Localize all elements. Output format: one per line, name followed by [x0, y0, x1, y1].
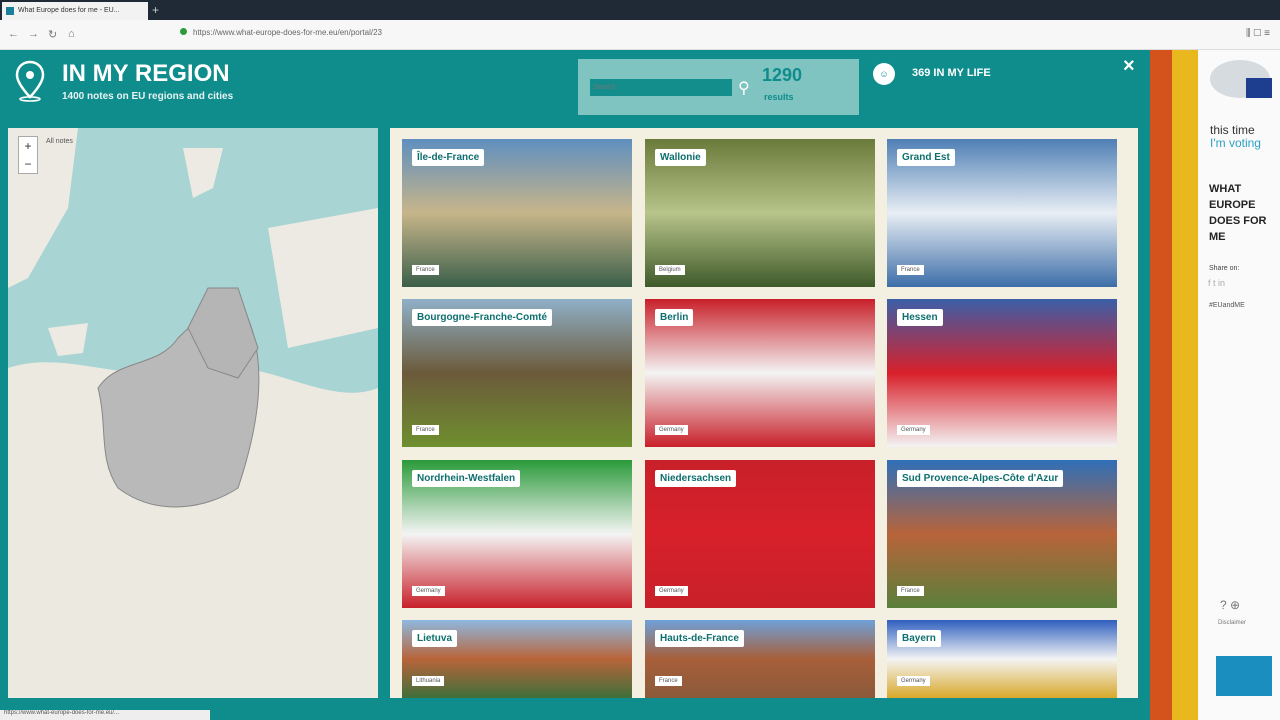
results-label: results [764, 92, 794, 102]
close-button[interactable]: × [1123, 55, 1135, 78]
im-voting-link[interactable]: I'm voting [1210, 136, 1261, 150]
country-label: France [897, 265, 924, 275]
region-tile[interactable]: Bayern Germany [887, 620, 1117, 698]
region-tile[interactable]: Grand Est France [887, 139, 1117, 287]
region-name: Bourgogne-Franche-Comté [412, 309, 552, 326]
region-tile[interactable]: Hauts-de-France France [645, 620, 875, 698]
country-label: Belgium [655, 265, 685, 275]
region-tile[interactable]: Bourgogne-Franche-Comté France [402, 299, 632, 447]
region-name: Wallonie [655, 149, 706, 166]
region-name: Niedersachsen [655, 470, 737, 487]
back-icon[interactable]: ← [8, 28, 19, 40]
url-text: https://www.what-europe-does-for-me.eu/e… [193, 28, 382, 37]
country-label: France [655, 676, 682, 686]
region-name: Sud Provence-Alpes-Côte d'Azur [897, 470, 1064, 487]
this-time-text: this time [1210, 123, 1255, 137]
map-canvas [8, 128, 378, 698]
search-panel: ⚲ 1290 results [578, 59, 859, 115]
country-label: France [412, 265, 439, 275]
search-icon[interactable]: ⚲ [738, 78, 750, 98]
page-title: IN MY REGION [62, 60, 230, 87]
country-label: Germany [655, 425, 688, 435]
page-subtitle: 1400 notes on EU regions and cities [62, 91, 234, 102]
help-icons[interactable]: ? ⊕ [1220, 598, 1240, 612]
map-pin-icon [15, 60, 45, 102]
ep-logo [1216, 656, 1272, 696]
app-panel: IN MY REGION 1400 notes on EU regions an… [0, 50, 1150, 720]
region-name: Berlin [655, 309, 694, 326]
browser-tab[interactable]: What Europe does for me - EU... [2, 2, 148, 20]
face-icon[interactable]: ☺ [873, 63, 895, 85]
region-grid: Île-de-France France Wallonie Belgium Grand … [390, 128, 1138, 698]
region-tile[interactable]: Berlin Germany [645, 299, 875, 447]
eu-flag-icon [1246, 78, 1272, 98]
region-name: Hessen [897, 309, 943, 326]
region-name: Nordrhein-Westfalen [412, 470, 521, 487]
reload-icon[interactable]: ↻ [48, 28, 57, 41]
browser-nav-bar: ← → ↻ ⌂ https://www.what-europe-does-for… [0, 20, 1280, 50]
country-label: Germany [897, 676, 930, 686]
tab-title: What Europe does for me - EU... [18, 7, 120, 14]
browser-toolbar-icons[interactable]: ⫼ ▢ ≡ [1246, 28, 1270, 39]
browser-tab-bar: What Europe does for me - EU... + [0, 0, 1280, 20]
region-name: Hauts-de-France [655, 630, 744, 647]
new-tab-button[interactable]: + [152, 3, 159, 17]
map[interactable]: + − All notes [8, 128, 378, 698]
region-name: Île-de-France [412, 149, 485, 166]
forward-icon[interactable]: → [28, 28, 39, 40]
orange-stripe [1150, 50, 1172, 720]
country-label: Germany [655, 586, 688, 596]
disclaimer-link[interactable]: Disclaimer [1218, 620, 1246, 626]
region-tile[interactable]: Lietuva Lithuania [402, 620, 632, 698]
region-tile[interactable]: Île-de-France France [402, 139, 632, 287]
region-tile[interactable]: Nordrhein-Westfalen Germany [402, 460, 632, 608]
region-name: Lietuva [412, 630, 458, 647]
region-name: Bayern [897, 630, 941, 647]
lock-icon [180, 28, 187, 35]
region-tile[interactable]: Niedersachsen Germany [645, 460, 875, 608]
country-label: Germany [412, 586, 445, 596]
in-my-life-link[interactable]: 369 IN MY LIFE [912, 67, 991, 79]
region-tile[interactable]: Wallonie Belgium [645, 139, 875, 287]
right-sidebar: this time I'm voting WHAT EUROPE DOES FO… [1198, 50, 1280, 720]
map-zoom-control: + − [18, 136, 38, 174]
zoom-in-button[interactable]: + [19, 137, 37, 155]
results-count: 1290 [762, 65, 803, 85]
address-bar[interactable]: https://www.what-europe-does-for-me.eu/e… [180, 28, 382, 37]
sidebar-heading: WHAT EUROPE DOES FOR ME [1209, 183, 1267, 243]
country-label: Germany [897, 425, 930, 435]
favicon-icon [6, 7, 14, 15]
status-bar: https://www.what-europe-does-for-me.eu/.… [0, 710, 210, 720]
share-icons[interactable]: f t in [1208, 278, 1225, 288]
zoom-out-button[interactable]: − [19, 155, 37, 173]
search-input[interactable] [590, 79, 732, 96]
region-name: Grand Est [897, 149, 955, 166]
region-tile[interactable]: Sud Provence-Alpes-Côte d'Azur France [887, 460, 1117, 608]
share-label: Share on: [1209, 265, 1240, 272]
country-label: France [412, 425, 439, 435]
country-label: France [897, 586, 924, 596]
country-label: Lithuania [412, 676, 445, 686]
hashtag[interactable]: #EUandME [1209, 302, 1245, 309]
map-filter-label[interactable]: All notes [46, 138, 73, 145]
home-icon[interactable]: ⌂ [68, 28, 75, 40]
yellow-stripe [1172, 50, 1198, 720]
region-tile[interactable]: Hessen Germany [887, 299, 1117, 447]
